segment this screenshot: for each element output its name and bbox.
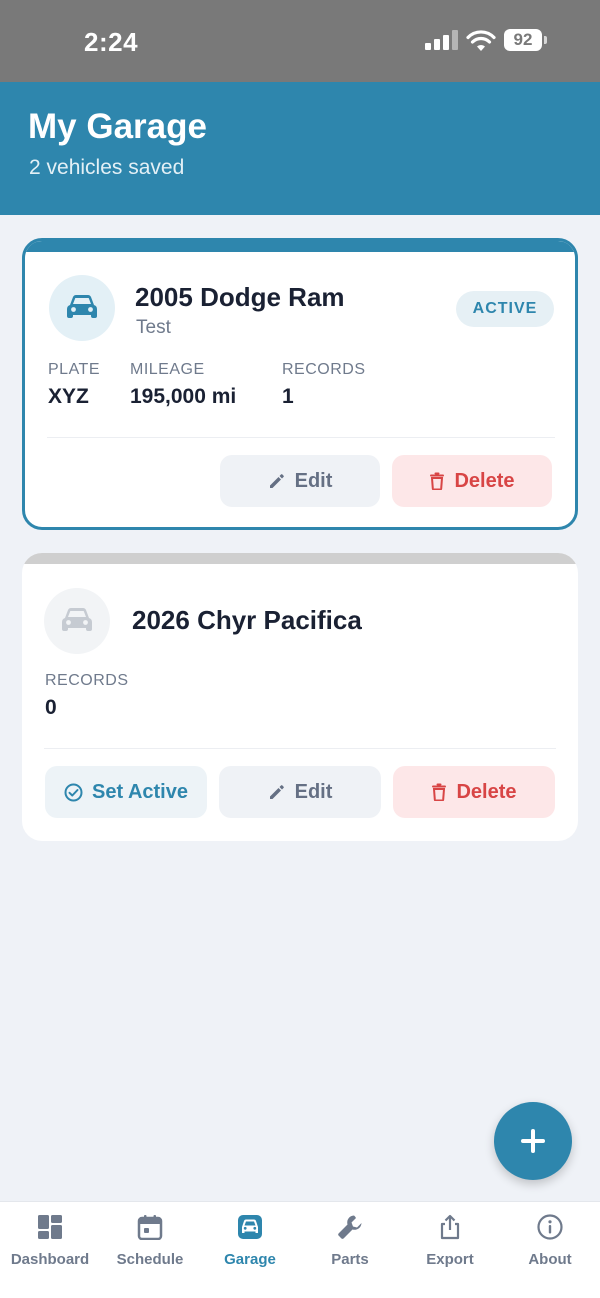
page-header: My Garage 2 vehicles saved xyxy=(0,82,600,215)
set-active-label: Set Active xyxy=(92,780,188,803)
records-value: 1 xyxy=(282,385,294,408)
pencil-icon xyxy=(269,785,284,799)
delete-button[interactable]: Delete xyxy=(393,766,555,818)
edit-label: Edit xyxy=(294,780,333,803)
add-vehicle-button[interactable] xyxy=(494,1102,572,1180)
tab-label: Garage xyxy=(224,1251,276,1268)
edit-label: Edit xyxy=(294,469,333,492)
vehicle-nickname: Test xyxy=(136,317,171,338)
records-value: 0 xyxy=(45,696,57,719)
battery-tip xyxy=(544,36,547,44)
vehicle-count: 2 vehicles saved xyxy=(29,156,185,179)
records-label: RECORDS xyxy=(282,361,366,378)
edit-button[interactable]: Edit xyxy=(219,766,381,818)
active-badge: ACTIVE xyxy=(456,291,554,327)
status-bar: 2:24 92 xyxy=(0,0,600,82)
delete-label: Delete xyxy=(454,469,515,492)
car-icon xyxy=(67,295,97,318)
car-icon xyxy=(238,1215,262,1239)
status-time: 2:24 xyxy=(84,27,139,57)
battery-level: 92 xyxy=(504,29,542,51)
edit-button[interactable]: Edit xyxy=(220,455,380,507)
tab-label: Dashboard xyxy=(10,1251,90,1268)
tab-export[interactable]: Export xyxy=(400,1202,500,1298)
tab-schedule[interactable]: Schedule xyxy=(100,1202,200,1298)
tab-garage[interactable]: Garage xyxy=(200,1202,300,1298)
divider xyxy=(47,437,555,438)
delete-button[interactable]: Delete xyxy=(392,455,552,507)
tab-label: Schedule xyxy=(116,1251,184,1268)
info-icon xyxy=(537,1214,563,1240)
plate-label: PLATE xyxy=(48,361,100,378)
check-circle-icon xyxy=(64,783,83,801)
records-label: RECORDS xyxy=(45,672,129,689)
wifi-icon xyxy=(466,30,496,51)
page-title: My Garage xyxy=(28,107,207,146)
tab-parts[interactable]: Parts xyxy=(300,1202,400,1298)
delete-label: Delete xyxy=(456,780,517,803)
set-active-button[interactable]: Set Active xyxy=(45,766,207,818)
tab-bar: Dashboard Schedule Garage Parts Export A… xyxy=(0,1201,600,1298)
divider xyxy=(44,748,556,749)
trash-icon xyxy=(430,472,445,490)
pencil-icon xyxy=(269,474,284,488)
tab-label: Export xyxy=(426,1251,474,1268)
tab-about[interactable]: About xyxy=(500,1202,600,1298)
vehicle-avatar xyxy=(49,275,115,341)
vehicle-avatar xyxy=(44,588,110,654)
mileage-value: 195,000 mi xyxy=(130,385,237,408)
active-indicator-bar xyxy=(25,241,575,252)
dashboard-icon xyxy=(38,1215,62,1239)
calendar-icon xyxy=(137,1215,163,1240)
vehicle-title: 2026 Chyr Pacifica xyxy=(132,605,362,635)
car-icon xyxy=(62,608,92,631)
vehicle-card[interactable]: 2026 Chyr Pacifica RECORDS 0 Set Active … xyxy=(22,553,578,841)
inactive-indicator-bar xyxy=(22,553,578,564)
vehicle-title: 2005 Dodge Ram xyxy=(135,282,345,312)
mileage-label: MILEAGE xyxy=(130,361,205,378)
share-icon xyxy=(440,1214,460,1240)
vehicle-card-active[interactable]: 2005 Dodge Ram Test ACTIVE PLATE XYZ MIL… xyxy=(22,238,578,530)
trash-icon xyxy=(432,783,447,801)
cellular-signal-icon xyxy=(425,30,459,50)
tab-dashboard[interactable]: Dashboard xyxy=(0,1202,100,1298)
plate-value: XYZ xyxy=(48,385,89,408)
tab-label: About xyxy=(528,1251,572,1268)
wrench-icon xyxy=(338,1215,362,1239)
tab-label: Parts xyxy=(331,1251,369,1268)
